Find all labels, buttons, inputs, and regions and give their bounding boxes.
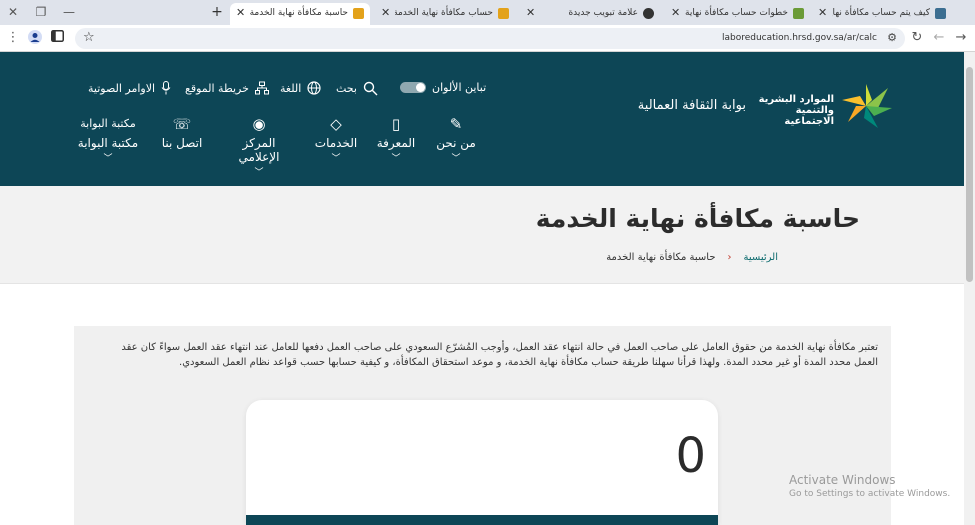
camera-icon: ◉: [252, 115, 266, 133]
forward-icon[interactable]: ←: [931, 30, 947, 46]
windows-activation-watermark: Activate Windows Go to Settings to activ…: [789, 473, 950, 499]
minimize-window-icon[interactable]: —: [60, 3, 78, 21]
close-window-icon[interactable]: ✕: [4, 3, 22, 21]
search-button[interactable]: بحث: [336, 81, 378, 96]
site-header: الموارد البشرية والتنمية الاجتماعية بواب…: [0, 52, 964, 186]
browser-tab[interactable]: ✕ حساب مكافأة نهاية الخدمة | وزارة: [375, 3, 515, 25]
sitemap-icon: [254, 81, 269, 95]
back-icon[interactable]: →: [953, 30, 969, 46]
chevron-down-icon: ﹀: [331, 154, 341, 164]
watermark-title: Activate Windows: [789, 473, 896, 487]
nav-portal-library[interactable]: مكتبة البوابة مكتبة البوابة ﹀: [72, 114, 144, 164]
restore-window-icon[interactable]: ❐: [32, 3, 50, 21]
tab-favicon-icon: [935, 8, 946, 19]
page-scrollbar[interactable]: [964, 52, 975, 525]
close-tab-icon[interactable]: ✕: [671, 3, 680, 23]
tab-favicon-icon: [643, 8, 654, 19]
breadcrumb: الرئيسية ‹ حاسبة مكافأة نهاية الخدمة: [606, 252, 778, 263]
browser-tab[interactable]: ✕ كيف يتم حساب مكافأة نهاية الخدمة: [812, 3, 952, 25]
portal-title[interactable]: بوابة الثقافة العمالية: [610, 98, 746, 113]
browser-tab[interactable]: ✕ خطوات حساب مكافأة نهاية الخدمة: [665, 3, 810, 25]
close-tab-icon[interactable]: ✕: [818, 3, 827, 23]
nav-label: مكتبة البوابة: [77, 136, 139, 150]
browser-tab[interactable]: ✕ علامة تبويب جديدة: [520, 3, 660, 25]
tab-favicon-icon: [353, 8, 364, 19]
tab-favicon-icon: [793, 8, 804, 19]
tab-favicon-icon: [498, 8, 509, 19]
contrast-toggle[interactable]: تباين الألوان: [400, 81, 486, 94]
browser-toolbar: ⋮ ☆ laboreducation.hrsd.gov.sa/ar/calc ⚙…: [0, 25, 975, 52]
tab-title: حساب مكافأة نهاية الخدمة | وزارة: [395, 8, 493, 18]
close-tab-icon[interactable]: ✕: [526, 3, 535, 23]
handshake-icon: ◇: [330, 115, 342, 133]
globe-icon: [307, 81, 321, 95]
broken-image-alt: مكتبة البوابة: [80, 117, 136, 130]
reload-icon[interactable]: ↻: [909, 30, 925, 46]
nav-label: الخدمات: [314, 136, 358, 150]
nav-services[interactable]: ◇ الخدمات ﹀: [300, 114, 372, 164]
calculator-card: 0: [246, 400, 718, 525]
sitemap-label: خريطة الموقع: [185, 81, 249, 95]
bookmark-star-icon[interactable]: ☆: [83, 30, 95, 45]
search-label: بحث: [336, 82, 357, 95]
contrast-label: تباين الألوان: [432, 81, 487, 94]
ministry-logo-icon[interactable]: [838, 82, 893, 130]
scrollbar-thumb[interactable]: [966, 67, 973, 282]
profile-icon[interactable]: [27, 30, 43, 46]
new-tab-icon[interactable]: +: [208, 3, 226, 21]
page-hero: حاسبة مكافأة نهاية الخدمة الرئيسية ‹ حاس…: [0, 186, 964, 284]
search-icon: [363, 81, 378, 96]
voice-commands-button[interactable]: الاوامر الصوتية: [88, 81, 171, 95]
nav-contact[interactable]: ☏ اتصل بنا: [146, 114, 218, 150]
browser-tab-bar: ✕ ❐ — + ✕ حاسبة مكافأة نهاية الخدمة | بو…: [0, 0, 975, 25]
toggle-switch-icon[interactable]: [400, 82, 426, 93]
url-text: laboreducation.hrsd.gov.sa/ar/calc: [721, 33, 877, 43]
broken-image-icon: مكتبة البوابة: [72, 114, 144, 134]
tab-title: علامة تبويب جديدة: [568, 8, 638, 18]
tab-title: حاسبة مكافأة نهاية الخدمة | بوابة: [250, 8, 348, 18]
language-button[interactable]: اللغة: [280, 81, 321, 95]
tab-title: خطوات حساب مكافأة نهاية الخدمة: [685, 8, 788, 18]
breadcrumb-current: حاسبة مكافأة نهاية الخدمة: [606, 252, 716, 263]
nav-label: المركز الإعلامي: [238, 136, 280, 164]
sitemap-link[interactable]: خريطة الموقع: [185, 81, 269, 95]
language-label: اللغة: [280, 81, 302, 95]
side-panel-icon[interactable]: [49, 30, 65, 46]
chevron-down-icon: ﹀: [103, 154, 113, 164]
address-bar[interactable]: ☆ laboreducation.hrsd.gov.sa/ar/calc ⚙: [75, 28, 905, 49]
close-tab-icon[interactable]: ✕: [381, 3, 390, 23]
calculator-result: 0: [675, 428, 706, 484]
voice-label: الاوامر الصوتية: [88, 81, 156, 95]
intro-paragraph: تعتبر مكافأة نهاية الخدمة من حقوق العامل…: [121, 342, 878, 368]
tab-title: كيف يتم حساب مكافأة نهاية الخدمة: [832, 8, 930, 18]
main-content: تعتبر مكافأة نهاية الخدمة من حقوق العامل…: [74, 326, 891, 525]
breadcrumb-separator-icon: ‹: [727, 252, 732, 263]
page-title: حاسبة مكافأة نهاية الخدمة: [535, 204, 860, 233]
close-tab-icon[interactable]: ✕: [236, 3, 245, 23]
phone-icon: ☏: [172, 115, 192, 133]
menu-dots-icon[interactable]: ⋮: [5, 30, 21, 46]
watermark-subtitle: Go to Settings to activate Windows.: [789, 489, 951, 499]
site-settings-icon[interactable]: ⚙: [887, 31, 897, 44]
ministry-name: الموارد البشرية والتنمية الاجتماعية: [758, 94, 834, 127]
nav-label: اتصل بنا: [161, 136, 203, 150]
nav-media-center[interactable]: ◉ المركز الإعلامي ﹀: [223, 114, 295, 178]
browser-tab-active[interactable]: ✕ حاسبة مكافأة نهاية الخدمة | بوابة: [230, 3, 370, 25]
breadcrumb-home-link[interactable]: الرئيسية: [744, 252, 778, 263]
microphone-icon: [161, 81, 171, 95]
calculator-form-bar: [246, 515, 718, 525]
chevron-down-icon: ﹀: [254, 168, 264, 178]
